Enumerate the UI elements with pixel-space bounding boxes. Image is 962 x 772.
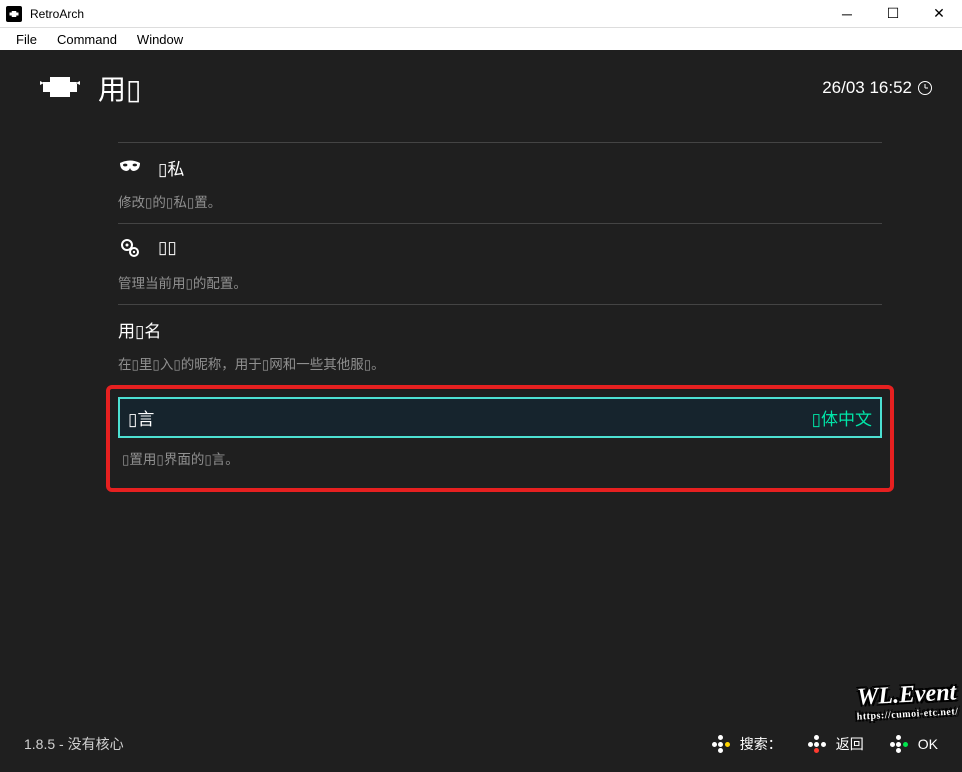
- footer-ok-button[interactable]: OK: [890, 735, 938, 753]
- maximize-button[interactable]: ☐: [870, 0, 916, 28]
- section-privacy[interactable]: ▯私 修改▯的▯私▯置。: [118, 142, 882, 223]
- datetime: 26/03 16:52: [822, 78, 932, 98]
- minimize-button[interactable]: ─: [824, 0, 870, 28]
- close-button[interactable]: ✕: [916, 0, 962, 28]
- section-accounts-desc: 管理当前用▯的配置。: [118, 272, 882, 292]
- retroarch-icon: [40, 72, 80, 105]
- window-title: RetroArch: [30, 7, 84, 21]
- window-titlebar: RetroArch ─ ☐ ✕: [0, 0, 962, 28]
- app-body: 用▯ 26/03 16:52 ▯私 修改▯的▯私▯置。 ▯▯ 管理当前用▯的配: [0, 50, 962, 772]
- watermark-title: WL.Event: [855, 679, 958, 711]
- mask-icon: [118, 160, 142, 174]
- section-language-label: ▯言: [128, 405, 796, 430]
- highlight-annotation: ▯言 ▯体中文 ▯置用▯界面的▯言。: [106, 385, 894, 492]
- pad-icon: [890, 735, 908, 753]
- footer: 1.8.5 - 没有核心 搜索： 返回 OK: [0, 716, 962, 772]
- settings-list: ▯私 修改▯的▯私▯置。 ▯▯ 管理当前用▯的配置。 用▯名 在▯里▯入▯的昵称…: [0, 142, 962, 492]
- pad-icon: [808, 735, 826, 753]
- section-accounts-label: ▯▯: [158, 238, 882, 258]
- footer-back-button[interactable]: 返回: [808, 734, 864, 754]
- datetime-text: 26/03 16:52: [822, 78, 912, 98]
- page-header: 用▯ 26/03 16:52: [0, 50, 962, 116]
- menubar: File Command Window: [0, 28, 962, 50]
- section-username[interactable]: 用▯名 在▯里▯入▯的昵称，用于▯网和一些其他服▯。: [118, 304, 882, 385]
- section-language-value: ▯体中文: [812, 405, 872, 430]
- section-privacy-label: ▯私: [158, 155, 882, 180]
- footer-version: 1.8.5 - 没有核心: [24, 734, 124, 754]
- footer-search-label: 搜索：: [740, 734, 782, 754]
- gear-icon: [118, 238, 142, 258]
- menu-window[interactable]: Window: [127, 30, 193, 49]
- footer-search-button[interactable]: 搜索：: [712, 734, 782, 754]
- menu-command[interactable]: Command: [47, 30, 127, 49]
- app-icon-small: [6, 6, 22, 22]
- section-language[interactable]: ▯言 ▯体中文 ▯置用▯界面的▯言。: [118, 397, 882, 480]
- clock-icon: [918, 81, 932, 95]
- section-privacy-desc: 修改▯的▯私▯置。: [118, 191, 882, 211]
- section-language-desc: ▯置用▯界面的▯言。: [122, 448, 882, 468]
- menu-file[interactable]: File: [6, 30, 47, 49]
- footer-back-label: 返回: [836, 734, 864, 754]
- section-accounts[interactable]: ▯▯ 管理当前用▯的配置。: [118, 223, 882, 304]
- page-title: 用▯: [98, 68, 141, 108]
- pad-icon: [712, 735, 730, 753]
- footer-ok-label: OK: [918, 736, 938, 752]
- section-username-desc: 在▯里▯入▯的昵称，用于▯网和一些其他服▯。: [118, 353, 882, 373]
- section-username-label: 用▯名: [118, 317, 882, 342]
